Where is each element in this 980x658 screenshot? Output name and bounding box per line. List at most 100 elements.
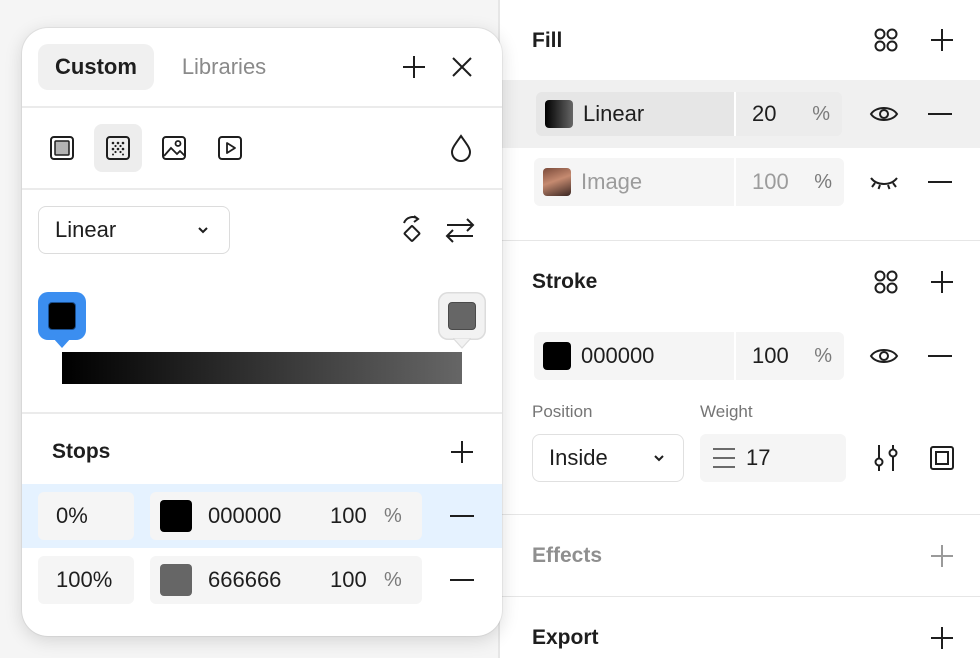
stroke-paint[interactable]: 000000 100 % [534,332,844,380]
minus-icon [450,579,474,581]
color-picker-popup: Custom Libraries Linear Stops 0% 000000 … [22,28,502,636]
plus-icon [931,627,953,649]
styles-grid-icon [874,270,898,294]
minus-icon [450,515,474,517]
stroke-weight-icon [713,448,735,468]
gradient-paint-icon [106,136,130,160]
stroke-opacity-input[interactable]: 100 % [736,332,844,380]
stroke-color-swatch[interactable] [543,342,571,370]
paint-type-solid[interactable] [38,124,86,172]
remove-fill-button[interactable] [924,98,956,130]
individual-strokes-button[interactable] [926,442,958,474]
stroke-styles-button[interactable] [870,266,902,298]
weight-label: Weight [700,402,753,421]
stroke-weight-input[interactable]: 17 [700,434,846,482]
video-paint-icon [218,136,242,160]
fill-opacity-input[interactable]: 100 % [736,158,844,206]
gradient-stop-handle-0[interactable] [38,292,86,340]
fill-visibility-toggle[interactable] [868,166,900,198]
popup-divider [22,106,502,108]
rotate-icon [403,215,421,242]
effects-section-title: Effects [532,544,603,567]
fill-visibility-toggle[interactable] [868,98,900,130]
fill-opacity-input[interactable]: 20 % [736,92,842,136]
stroke-visibility-toggle[interactable] [868,340,900,372]
close-picker-button[interactable] [446,51,478,83]
stroke-hex-input[interactable]: 000000 [581,343,654,369]
paint-type-gradient[interactable] [94,124,142,172]
flip-gradient-button[interactable] [444,214,476,246]
eye-icon [869,349,899,363]
stop-hex-input[interactable]: 666666 [208,567,314,593]
fill-layer-name: Linear [583,101,645,126]
position-label: Position [532,402,593,421]
gradient-stop-handle-1[interactable] [438,292,486,340]
eye-closed-icon [870,177,898,190]
add-fill-button[interactable] [926,24,958,56]
chevron-down-icon [654,455,664,462]
paint-type-video[interactable] [206,124,254,172]
stop-position-input[interactable]: 100% [38,556,134,604]
plus-icon [403,56,425,78]
stop-opacity-input[interactable]: 100 [330,567,384,593]
add-export-button[interactable] [926,622,958,654]
fill-styles-button[interactable] [870,24,902,56]
stop-color-field[interactable]: 666666 100 % [150,556,422,604]
stroke-position-select[interactable]: Inside [532,434,684,482]
stop-hex-input[interactable]: 000000 [208,503,314,529]
tab-custom[interactable]: Custom [38,44,154,90]
remove-stop-button[interactable] [446,564,478,596]
plus-icon [931,29,953,51]
minus-icon [928,181,952,183]
popup-divider [22,188,502,190]
properties-panel: Fill Linear 20 % Image 100 % Stroke 0000… [500,0,980,658]
section-divider [500,596,980,597]
stop-pointer [453,338,471,349]
styles-grid-icon [874,28,898,52]
stroke-settings-button[interactable] [870,442,902,474]
eye-icon [869,107,899,121]
add-stroke-button[interactable] [926,266,958,298]
fill-layer-linear[interactable]: Linear 20 % [536,92,842,136]
swap-arrows-icon [445,218,475,243]
add-style-button[interactable] [398,51,430,83]
section-divider [500,514,980,515]
export-section-title: Export [532,626,599,649]
stop-pointer [53,338,71,348]
stop-opacity-input[interactable]: 100 [330,503,384,529]
stop-color-field[interactable]: 000000 100 % [150,492,422,540]
remove-stop-button[interactable] [446,500,478,532]
close-icon [452,57,472,77]
plus-icon [931,271,953,293]
border-box-icon [930,446,954,470]
minus-icon [928,113,952,115]
section-divider [500,240,980,241]
paint-type-image[interactable] [150,124,198,172]
remove-stroke-button[interactable] [924,340,956,372]
stop-color-swatch[interactable] [160,564,192,596]
drop-icon [450,134,472,162]
solid-paint-icon [50,136,74,160]
image-thumbnail-swatch[interactable] [543,168,571,196]
blend-mode-button[interactable] [445,132,477,164]
stops-title: Stops [52,440,111,463]
fill-layer-name: Image [581,169,643,194]
add-stop-button[interactable] [446,436,478,468]
stop-position-input[interactable]: 0% [38,492,134,540]
rotate-gradient-button[interactable] [396,214,428,246]
stop-color-swatch[interactable] [160,500,192,532]
gradient-type-select[interactable]: Linear [38,206,230,254]
sliders-icon [874,445,898,471]
fill-layer-image[interactable]: Image 100 % [534,158,844,206]
image-paint-icon [162,136,186,160]
gradient-bar[interactable] [62,352,462,384]
plus-icon [931,545,953,567]
popup-divider [22,412,502,414]
tab-libraries[interactable]: Libraries [168,44,280,90]
chevron-down-icon [198,227,208,234]
add-effect-button[interactable] [926,540,958,572]
plus-icon [451,441,473,463]
remove-fill-button[interactable] [924,166,956,198]
stroke-section-title: Stroke [532,270,598,293]
linear-gradient-swatch[interactable] [545,100,573,128]
